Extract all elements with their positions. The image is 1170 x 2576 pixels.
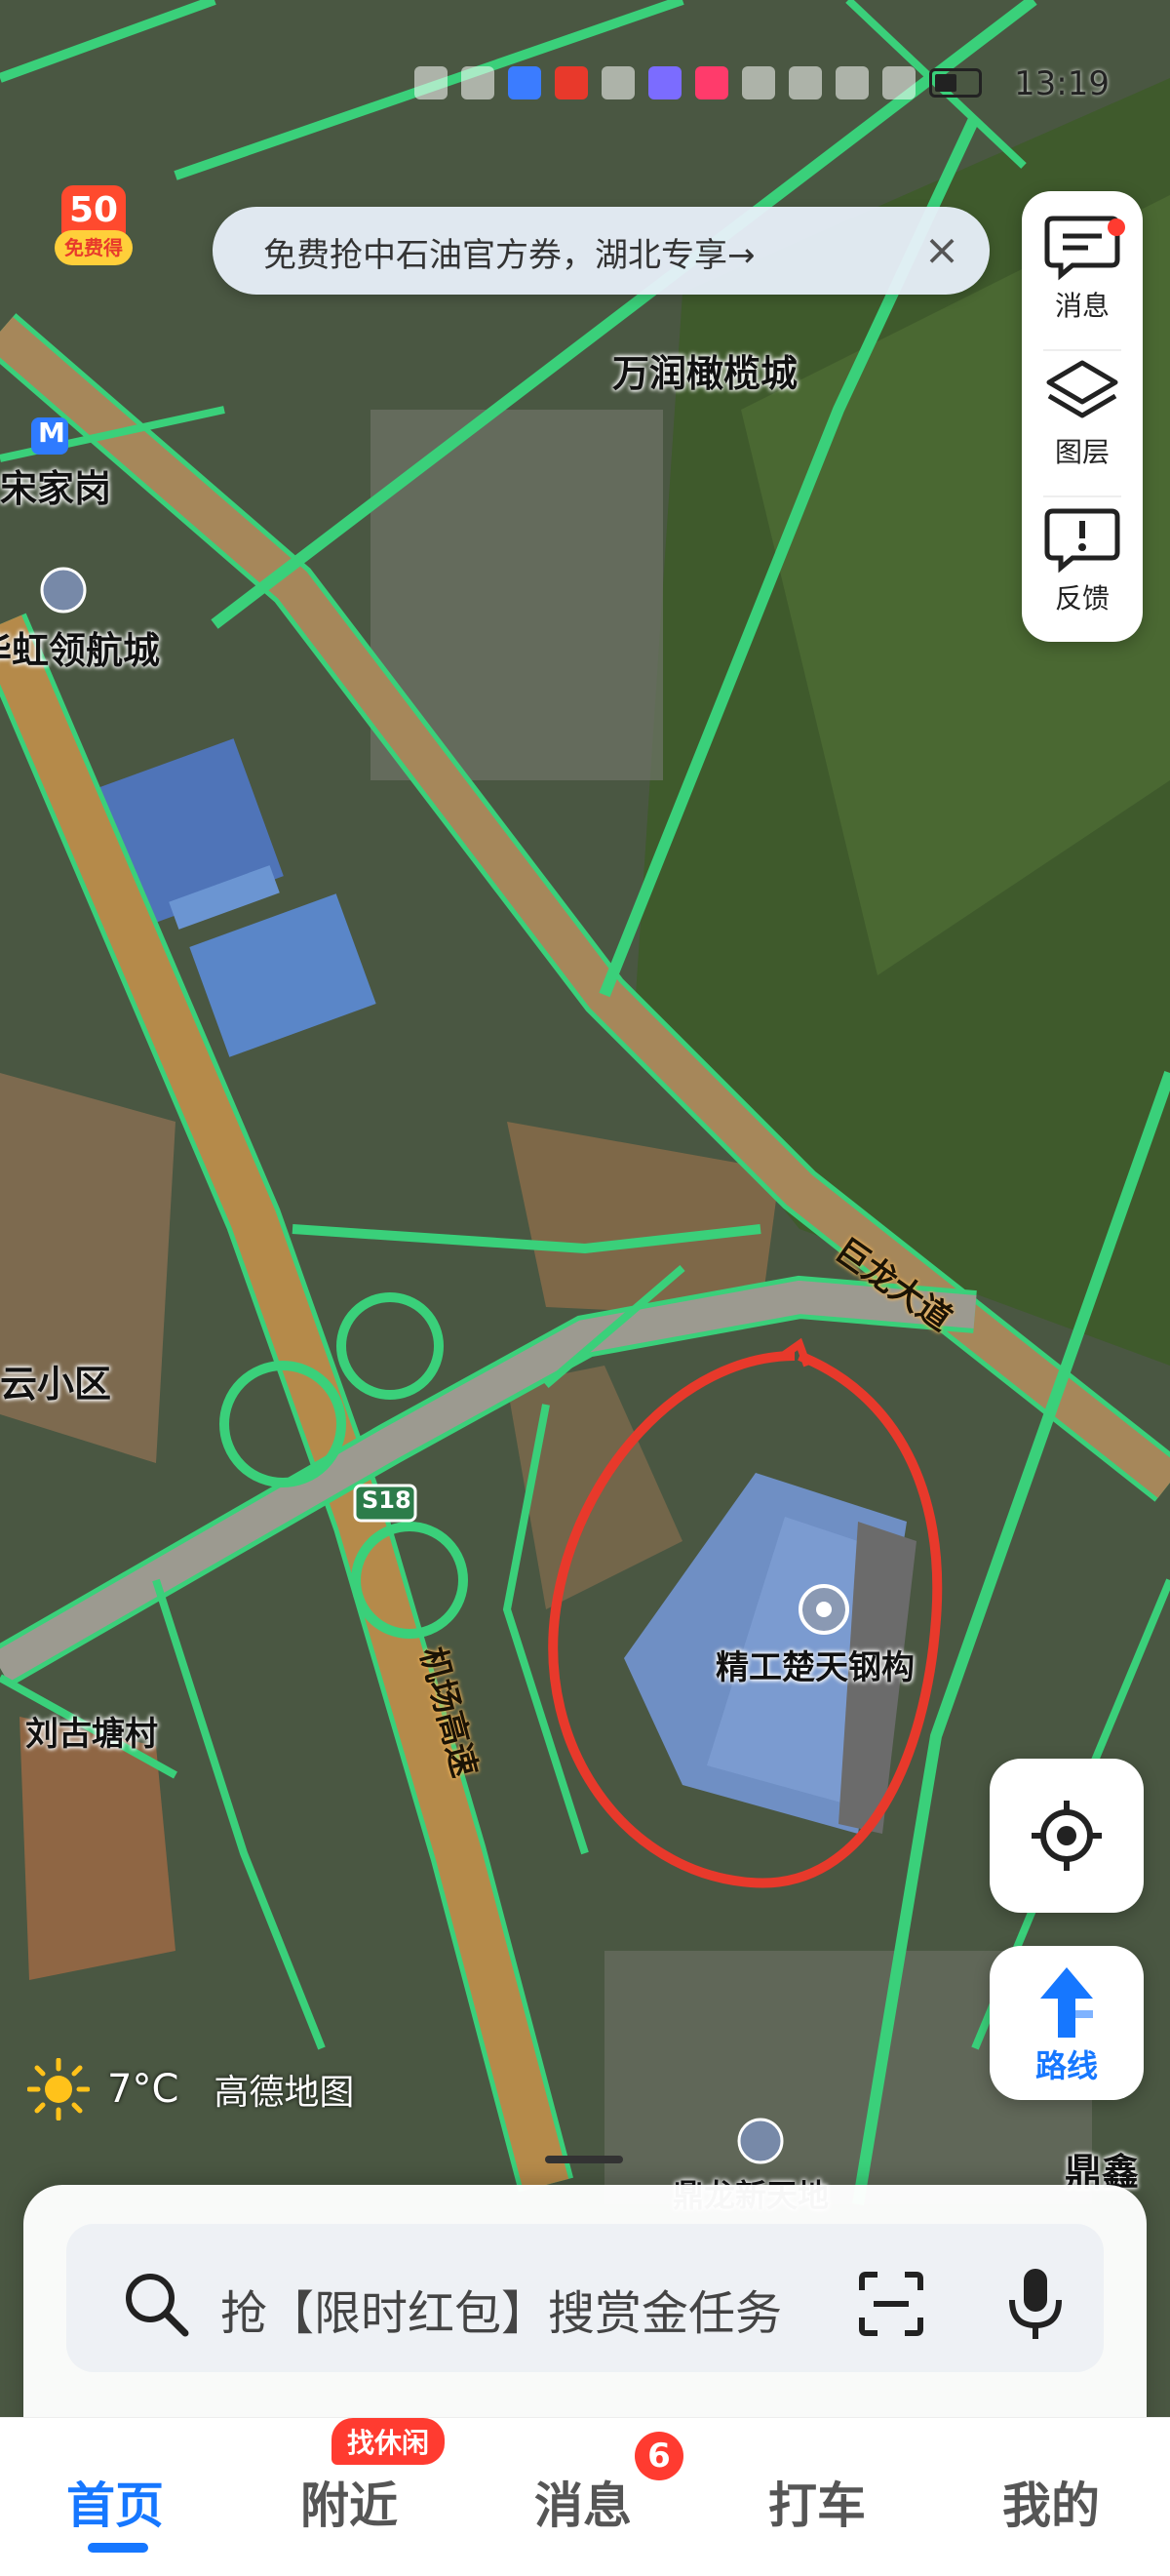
- search-box[interactable]: 抢【限时红包】搜赏金任务: [66, 2224, 1104, 2372]
- poi-label-wanrun[interactable]: 万润橄榄城: [612, 343, 798, 397]
- promo-banner[interactable]: 免费抢中石油官方券，湖北专享→ ×: [213, 207, 990, 295]
- map-brand-label: 高德地图: [214, 2073, 355, 2113]
- nav-home[interactable]: 首页: [66, 2467, 164, 2537]
- metro-icon[interactable]: M: [38, 416, 65, 449]
- nfc-icon: [414, 66, 448, 99]
- tool-label: 图层: [1054, 436, 1110, 468]
- weather-temperature: 7°C: [107, 2067, 179, 2112]
- more-icon: [742, 66, 775, 99]
- mail-app-icon: [555, 66, 588, 99]
- tool-label: 反馈: [1054, 582, 1110, 614]
- bottom-nav: 首页 附近 找休闲 消息 6 打车 我的: [0, 2417, 1170, 2576]
- poi-label-linghangcheng[interactable]: 华虹领航城: [0, 620, 160, 674]
- feedback-icon: [1044, 508, 1120, 574]
- mute-icon: [882, 66, 916, 99]
- status-time: 13:19: [1014, 64, 1110, 103]
- nav-nearby[interactable]: 附近: [300, 2467, 398, 2537]
- weather-widget[interactable]: 7°C 高德地图: [27, 2058, 354, 2120]
- poi-label-songjiagang[interactable]: 宋家岗: [0, 458, 111, 512]
- nav-active-indicator: [88, 2543, 148, 2553]
- tool-feedback[interactable]: 反馈: [1022, 495, 1143, 644]
- sun-icon: [27, 2058, 90, 2120]
- sheet-handle[interactable]: [545, 2156, 623, 2163]
- promo-badge-caption: 免费得: [55, 230, 133, 265]
- status-icons: [414, 66, 982, 99]
- locate-icon: [1032, 1801, 1102, 1871]
- battery-icon: [929, 68, 982, 98]
- locate-button[interactable]: [990, 1759, 1144, 1913]
- message-count-badge: 6: [635, 2432, 683, 2480]
- nav-mine[interactable]: 我的: [1002, 2467, 1100, 2537]
- route-arrow-icon: [1040, 1967, 1093, 2038]
- nav-taxi[interactable]: 打车: [768, 2467, 866, 2537]
- map-tool-panel: 消息 图层 反馈: [1022, 191, 1143, 642]
- promo-badge[interactable]: 50 免费得: [55, 185, 133, 293]
- promo-badge-number: 50: [61, 185, 126, 236]
- status-bar: 13:19: [0, 59, 1170, 117]
- nav-messages[interactable]: 消息: [534, 2467, 632, 2537]
- book-icon: [695, 66, 728, 99]
- tool-label: 消息: [1054, 290, 1110, 322]
- tool-messages[interactable]: 消息: [1022, 205, 1143, 351]
- eye-icon: [789, 66, 822, 99]
- nearby-tag: 找休闲: [332, 2418, 446, 2465]
- route-button[interactable]: 路线: [990, 1946, 1144, 2100]
- search-input[interactable]: 抢【限时红包】搜赏金任务: [220, 2275, 782, 2343]
- microphone-icon[interactable]: [1000, 2265, 1071, 2343]
- music-icon: [648, 66, 682, 99]
- layers-icon: [1046, 360, 1118, 418]
- poi-label-jinggong[interactable]: 精工楚天钢构: [716, 1641, 915, 1688]
- unread-dot: [1108, 218, 1125, 236]
- scan-icon[interactable]: [856, 2269, 926, 2339]
- route-button-label: 路线: [1034, 2047, 1098, 2084]
- road-shield-s18: S18: [362, 1486, 411, 1514]
- shield-icon: [508, 66, 541, 99]
- promo-banner-text[interactable]: 免费抢中石油官方券，湖北专享→: [263, 228, 756, 276]
- close-icon[interactable]: ×: [916, 224, 968, 277]
- signal-icon: [461, 66, 494, 99]
- location-icon: [836, 66, 869, 99]
- search-icon: [126, 2274, 189, 2337]
- poi-label-yunxiaoqu[interactable]: 云小区: [0, 1354, 111, 1407]
- translate-icon: [602, 66, 635, 99]
- poi-label-liugutang[interactable]: 刘古塘村: [25, 1707, 158, 1755]
- tool-layers[interactable]: 图层: [1022, 349, 1143, 497]
